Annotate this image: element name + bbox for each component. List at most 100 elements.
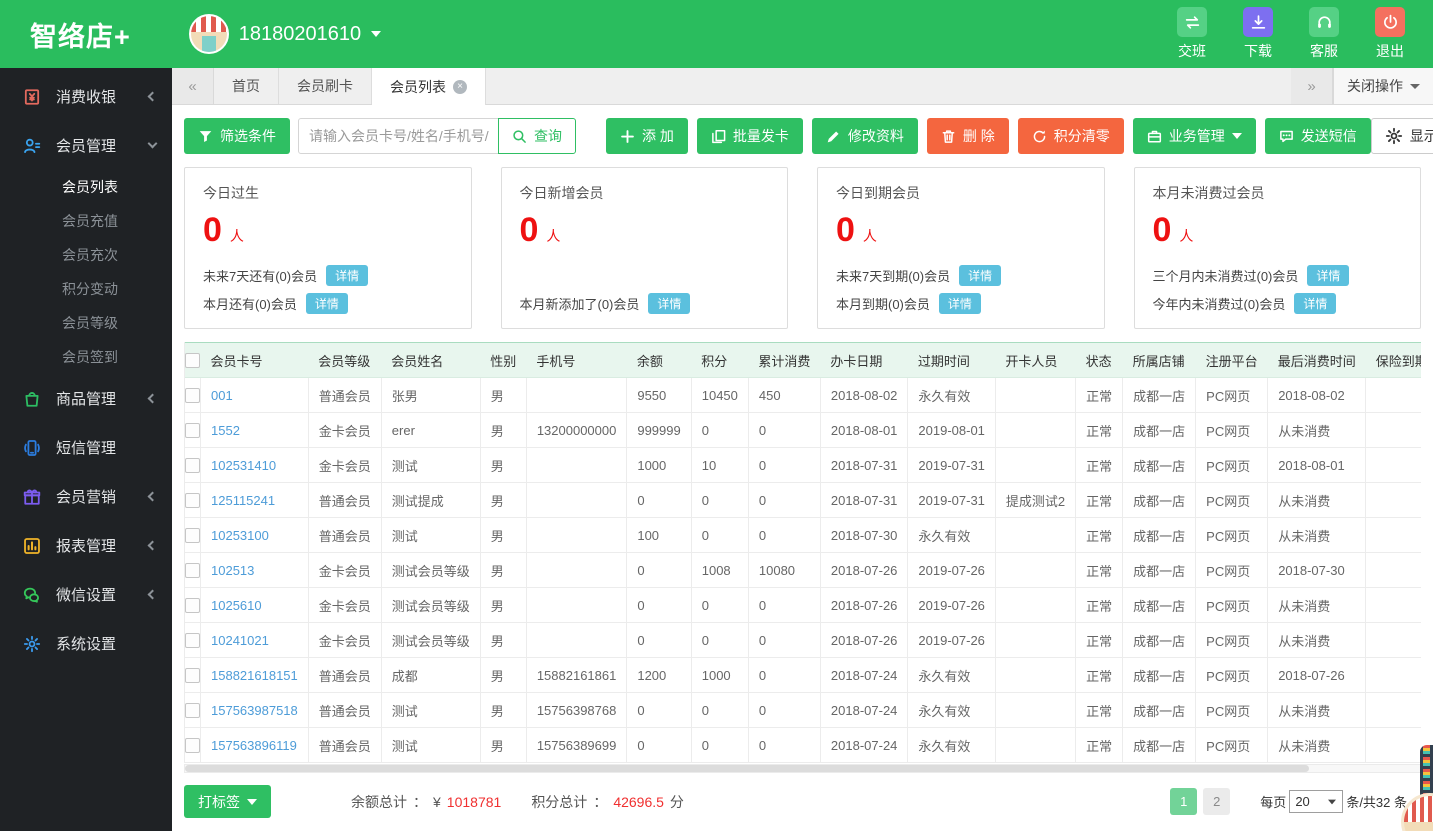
refresh-icon (1032, 129, 1047, 144)
cell-gender: 男 (480, 727, 527, 763)
sidebar-subitem-会员等级[interactable]: 会员等级 (0, 306, 172, 340)
topbar-action-下载[interactable]: 下载 (1243, 7, 1273, 61)
toolbar-button-业务管理[interactable]: 业务管理 (1132, 118, 1256, 154)
search-button[interactable]: 查询 (498, 118, 576, 154)
search-input[interactable] (298, 118, 501, 154)
cell-expire: 永久有效 (907, 692, 996, 728)
cell-total_spent: 0 (748, 727, 821, 763)
stat-card-line: 三个月内未消费过(0)会员 详情 (1153, 265, 1403, 286)
row-checkbox[interactable] (185, 458, 200, 474)
cell-open_date: 2018-07-26 (820, 552, 909, 588)
cell-card[interactable]: 157563987518 (200, 692, 309, 728)
cell-operator (995, 552, 1077, 588)
sidebar-subitem-积分变动[interactable]: 积分变动 (0, 272, 172, 306)
print-tag-dropdown[interactable]: 打标签 (184, 785, 271, 818)
floating-service-widget[interactable] (1393, 745, 1433, 831)
detail-link[interactable]: 详情 (959, 265, 1002, 286)
toolbar-button-添加[interactable]: 添 加 (606, 118, 688, 154)
tab-member-swipe[interactable]: 会员刷卡 (279, 68, 372, 104)
tab-member-list[interactable]: 会员列表 × (372, 68, 486, 105)
row-checkbox[interactable] (185, 738, 200, 754)
sidebar-item-6[interactable]: 微信设置 (0, 570, 172, 619)
stat-card-value-row: 0人 (520, 213, 770, 247)
sidebar-item-label: 消费收银 (56, 89, 117, 106)
page-button-2[interactable]: 2 (1203, 788, 1231, 815)
sidebar-subitem-会员签到[interactable]: 会员签到 (0, 340, 172, 374)
scrollbar-thumb[interactable] (185, 765, 1309, 772)
filter-button[interactable]: 筛选条件 (184, 118, 290, 154)
tabs-scroll-left-button[interactable]: « (172, 68, 214, 104)
sms-icon (22, 438, 42, 458)
cell-card[interactable]: 157563896119 (200, 727, 309, 763)
cell-points: 0 (691, 517, 749, 553)
page-button-1[interactable]: 1 (1170, 788, 1198, 815)
detail-link[interactable]: 详情 (648, 293, 691, 314)
detail-link[interactable]: 详情 (1307, 265, 1350, 286)
content: 筛选条件 查询 添 加 批量发卡 修改资料 删 除 积分清零 业务管理 发送短信 显示条目 (172, 105, 1433, 831)
tab-home[interactable]: 首页 (214, 68, 279, 104)
toolbar-button-修改资料[interactable]: 修改资料 (811, 118, 918, 154)
row-checkbox[interactable] (185, 703, 200, 719)
account-menu[interactable]: 18180201610 (188, 14, 382, 54)
close-icon[interactable]: × (453, 79, 467, 94)
column-header-name: 会员姓名 (381, 342, 481, 378)
row-checkbox[interactable] (185, 598, 200, 614)
sidebar-item-0[interactable]: 消费收银 (0, 72, 172, 121)
sidebar-subitem-会员充次[interactable]: 会员充次 (0, 238, 172, 272)
toolbar-button-积分清零[interactable]: 积分清零 (1017, 118, 1124, 154)
cell-card[interactable]: 1025610 (200, 587, 309, 623)
row-checkbox[interactable] (185, 563, 200, 579)
cell-card[interactable]: 001 (200, 377, 309, 413)
select-all-header (185, 342, 201, 378)
sidebar-subitem-会员充值[interactable]: 会员充值 (0, 204, 172, 238)
horizontal-scrollbar[interactable] (184, 764, 1421, 773)
chevron-down-icon (147, 138, 158, 149)
tabs-scroll-right-button[interactable]: » (1291, 68, 1333, 104)
cell-card[interactable]: 158821618151 (200, 657, 309, 693)
stat-card-unit: 人 (862, 228, 877, 244)
topbar-action-退出[interactable]: 退出 (1375, 7, 1405, 61)
row-checkbox[interactable] (185, 388, 200, 404)
row-checkbox[interactable] (185, 493, 200, 509)
column-header-gender: 性别 (480, 342, 527, 378)
wechat-icon (22, 585, 42, 605)
toolbar-button-删除[interactable]: 删 除 (926, 118, 1009, 154)
sidebar-item-2[interactable]: 商品管理 (0, 374, 172, 423)
sidebar-item-1[interactable]: 会员管理 (0, 121, 172, 170)
row-checkbox[interactable] (185, 668, 200, 684)
select-all-checkbox[interactable] (185, 353, 201, 369)
detail-link[interactable]: 详情 (326, 265, 369, 286)
toolbar-button-批量发卡[interactable]: 批量发卡 (696, 118, 803, 154)
cell-card[interactable]: 102531410 (200, 447, 309, 483)
cell-card[interactable]: 10253100 (200, 517, 309, 553)
cell-card[interactable]: 102513 (200, 552, 309, 588)
cell-card[interactable]: 125115241 (200, 482, 309, 518)
cell-store: 成都一店 (1122, 447, 1197, 483)
shop-avatar[interactable] (1401, 793, 1433, 831)
cell-insurance (1365, 692, 1421, 728)
sidebar-subitem-会员列表[interactable]: 会员列表 (0, 170, 172, 204)
topbar-action-交班[interactable]: 交班 (1177, 7, 1207, 61)
sidebar-item-4[interactable]: 会员营销 (0, 472, 172, 521)
detail-link[interactable]: 详情 (1294, 293, 1337, 314)
detail-link[interactable]: 详情 (938, 293, 981, 314)
sidebar-item-7[interactable]: 系统设置 (0, 619, 172, 668)
sidebar-item-5[interactable]: 报表管理 (0, 521, 172, 570)
display-columns-button[interactable]: 显示条目 (1370, 118, 1433, 154)
cell-card[interactable]: 1552 (200, 412, 309, 448)
row-checkbox[interactable] (185, 528, 200, 544)
chevron-left-icon (147, 540, 158, 551)
cell-card[interactable]: 10241021 (200, 622, 309, 658)
cell-open_date: 2018-07-31 (820, 482, 909, 518)
stat-card-unit: 人 (546, 228, 561, 244)
cell-balance: 0 (626, 587, 692, 623)
cell-expire: 永久有效 (907, 727, 996, 763)
row-checkbox[interactable] (185, 633, 200, 649)
topbar-action-客服[interactable]: 客服 (1309, 7, 1339, 61)
close-operations-dropdown[interactable]: 关闭操作 (1333, 68, 1433, 104)
per-page-select[interactable]: 20 (1289, 790, 1344, 813)
toolbar-button-发送短信[interactable]: 发送短信 (1264, 118, 1371, 154)
sidebar-item-3[interactable]: 短信管理 (0, 423, 172, 472)
row-checkbox[interactable] (185, 423, 200, 439)
detail-link[interactable]: 详情 (305, 293, 348, 314)
